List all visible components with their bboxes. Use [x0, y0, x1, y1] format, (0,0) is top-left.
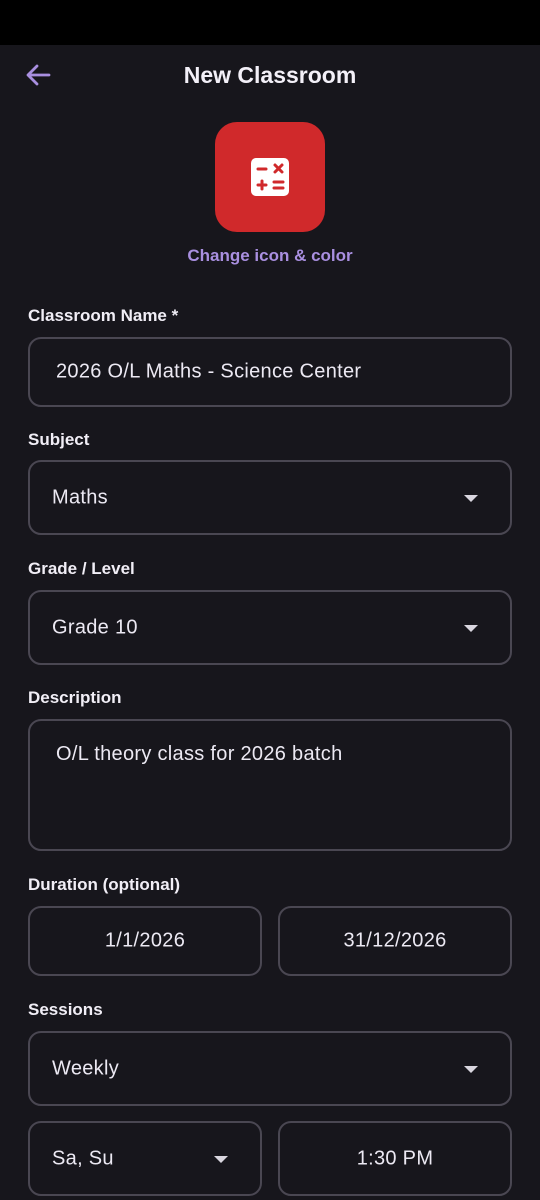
subject-value: Maths — [52, 486, 108, 508]
dropdown-arrow-icon — [464, 1065, 478, 1073]
classroom-icon-tile[interactable] — [215, 122, 325, 232]
classroom-name-value: 2026 O/L Maths - Science Center — [56, 360, 362, 383]
subject-select[interactable]: Maths — [28, 460, 512, 535]
classroom-name-input[interactable]: 2026 O/L Maths - Science Center — [28, 337, 512, 407]
change-icon-color-link[interactable]: Change icon & color — [0, 246, 540, 266]
app-bar: New Classroom — [0, 45, 540, 107]
sessions-label: Sessions — [28, 1000, 103, 1019]
dropdown-arrow-icon — [464, 624, 478, 632]
duration-end-date-button[interactable]: 31/12/2026 — [278, 906, 512, 976]
classroom-name-label: Classroom Name * — [28, 306, 179, 325]
grade-select[interactable]: Grade 10 — [28, 590, 512, 665]
grade-label: Grade / Level — [28, 559, 135, 578]
description-label: Description — [28, 688, 122, 707]
sessions-days-select[interactable]: Sa, Su — [28, 1121, 262, 1196]
sessions-frequency-value: Weekly — [52, 1057, 120, 1079]
calculator-icon — [251, 158, 289, 196]
subject-label: Subject — [28, 430, 90, 449]
dropdown-arrow-icon — [214, 1155, 228, 1163]
sessions-time-button[interactable]: 1:30 PM — [278, 1121, 512, 1196]
duration-start-date-button[interactable]: 1/1/2026 — [28, 906, 262, 976]
duration-label: Duration (optional) — [28, 875, 181, 894]
description-textarea[interactable]: O/L theory class for 2026 batch — [28, 719, 512, 851]
sessions-days-value: Sa, Su — [52, 1147, 114, 1169]
sessions-time-value: 1:30 PM — [356, 1147, 434, 1169]
grade-value: Grade 10 — [52, 616, 138, 638]
status-bar — [0, 0, 540, 45]
duration-start-value: 1/1/2026 — [104, 929, 186, 952]
description-value: O/L theory class for 2026 batch — [56, 743, 343, 765]
sessions-frequency-select[interactable]: Weekly — [28, 1031, 512, 1106]
page-title: New Classroom — [183, 62, 357, 88]
dropdown-arrow-icon — [464, 494, 478, 502]
duration-end-value: 31/12/2026 — [343, 929, 447, 952]
